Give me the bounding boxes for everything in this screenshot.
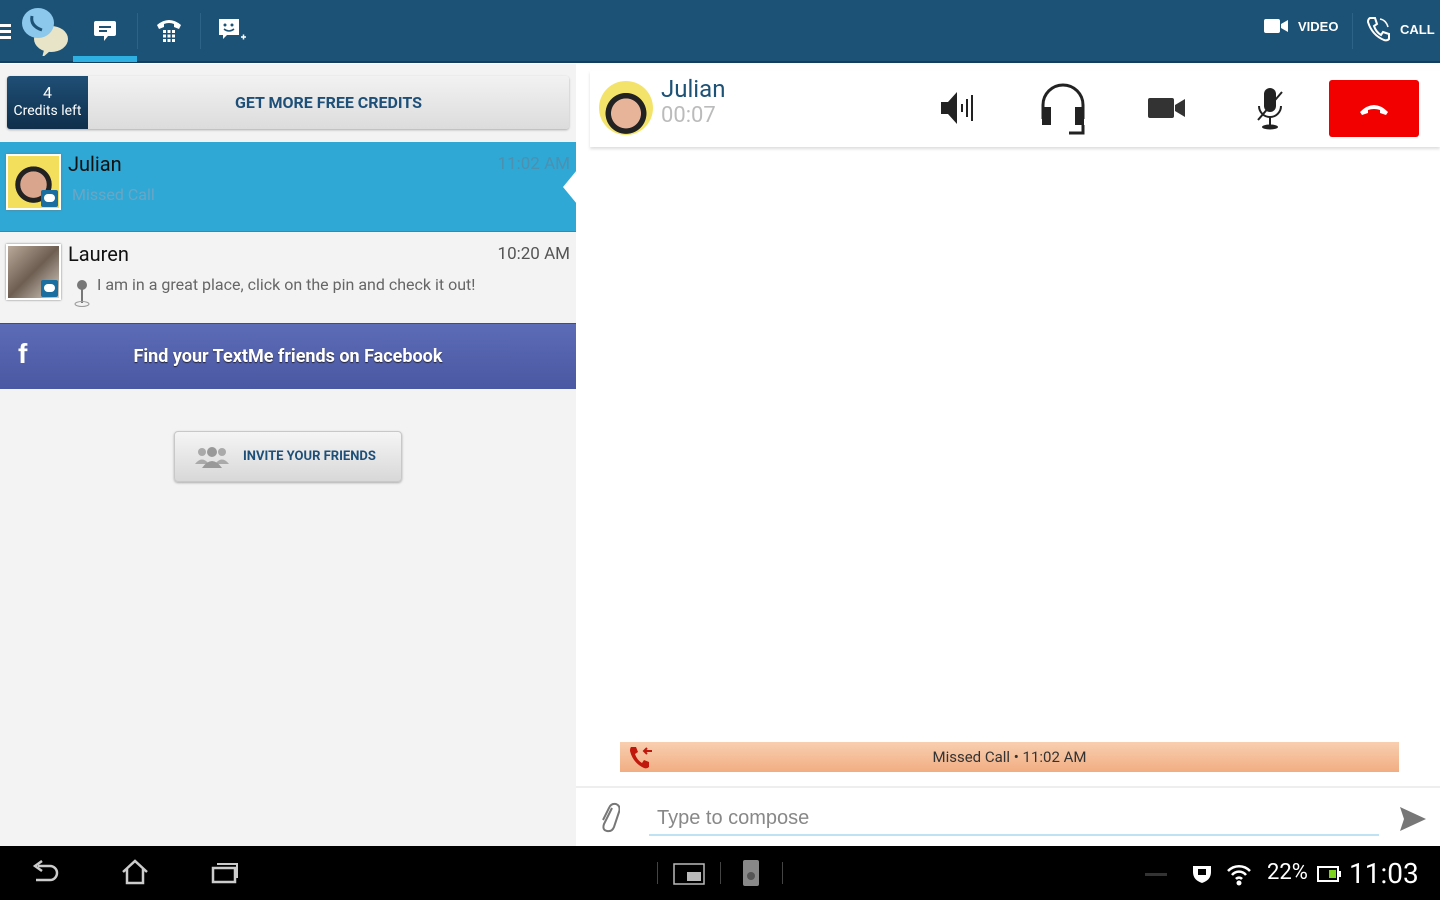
dialpad-phone-icon: [157, 20, 181, 42]
message-preview: Missed Call: [72, 185, 155, 204]
attach-paperclip-icon[interactable]: [598, 802, 620, 834]
chat-bubble-icon: [94, 21, 116, 41]
active-call-card: Julian 00:07: [590, 71, 1440, 147]
video-label: VIDEO: [1298, 18, 1339, 34]
notification-dash-icon: [1145, 873, 1167, 876]
selected-indicator: [563, 170, 577, 204]
people-group-icon: [195, 446, 229, 468]
video-camera-icon: [1148, 98, 1185, 118]
facebook-banner-text: Find your TextMe friends on Facebook: [133, 346, 443, 367]
video-toggle-button[interactable]: [1142, 83, 1192, 133]
credits-label: Credits left: [13, 103, 82, 119]
battery-icon: [1317, 866, 1341, 882]
home-icon[interactable]: [120, 858, 150, 886]
small-apps-icon[interactable]: [673, 863, 705, 885]
mute-button[interactable]: [1245, 83, 1295, 133]
credits-bar[interactable]: 4 Credits left GET MORE FREE CREDITS: [7, 76, 569, 129]
end-call-icon: [1360, 104, 1388, 115]
invite-friends-button[interactable]: INVITE YOUR FRIENDS: [174, 431, 402, 482]
microphone-muted-icon: [1257, 88, 1283, 130]
tab-dialpad[interactable]: [138, 0, 200, 62]
shield-notification-icon[interactable]: [1191, 864, 1213, 884]
message-preview: I am in a great place, click on the pin …: [97, 275, 476, 294]
caller-avatar: [599, 81, 653, 135]
speaker-icon: [941, 92, 973, 124]
speaker-button[interactable]: [935, 83, 985, 133]
message-input[interactable]: [649, 802, 1379, 836]
avatar: [6, 244, 61, 300]
credits-counter: 4 Credits left: [7, 76, 88, 129]
conversation-panel: 4 Credits left GET MORE FREE CREDITS Juli…: [0, 64, 577, 846]
conversation-item-lauren[interactable]: Lauren 10:20 AM I am in a great place, c…: [0, 232, 576, 322]
app-logo-icon[interactable]: [18, 6, 70, 60]
system-navigation-bar: 22% 11:03: [0, 846, 1440, 900]
video-camera-icon: [1264, 19, 1288, 33]
credits-count: 4: [43, 83, 52, 102]
divider: [1352, 13, 1353, 49]
message-time: 11:02 AM: [497, 154, 570, 174]
contact-name: Julian: [68, 152, 122, 176]
message-time: 10:20 AM: [497, 244, 570, 264]
missed-call-text: Missed Call • 11:02 AM: [932, 748, 1087, 766]
clock: 11:03: [1349, 857, 1419, 890]
textme-badge-icon: [41, 190, 58, 207]
video-call-button[interactable]: VIDEO: [1264, 18, 1338, 34]
hang-up-button[interactable]: [1329, 80, 1419, 137]
divider: [782, 862, 783, 884]
remote-control-icon[interactable]: [742, 859, 760, 887]
send-icon[interactable]: [1399, 806, 1427, 832]
tab-add-contact[interactable]: [201, 0, 263, 62]
recent-apps-icon[interactable]: [210, 860, 240, 886]
invite-label: INVITE YOUR FRIENDS: [243, 449, 376, 464]
compose-bar: [576, 786, 1440, 846]
headset-button[interactable]: [1038, 83, 1088, 135]
facebook-friends-banner[interactable]: f Find your TextMe friends on Facebook: [0, 323, 576, 389]
tab-messages[interactable]: [73, 0, 137, 62]
headset-icon: [1041, 83, 1085, 135]
contact-name: Lauren: [68, 242, 129, 266]
battery-percent: 22%: [1267, 860, 1308, 885]
top-action-bar: VIDEO CALL: [0, 0, 1440, 63]
get-more-credits-button[interactable]: GET MORE FREE CREDITS: [88, 76, 569, 129]
caller-name: Julian: [661, 75, 726, 103]
wifi-icon: [1227, 864, 1251, 886]
avatar: [6, 154, 61, 210]
voice-call-button[interactable]: CALL: [1366, 16, 1435, 42]
menu-icon[interactable]: [0, 24, 11, 39]
location-pin-icon[interactable]: [74, 279, 92, 309]
divider: [720, 862, 721, 884]
textme-badge-icon: [41, 280, 58, 297]
back-icon[interactable]: [30, 860, 60, 886]
call-duration: 00:07: [661, 103, 716, 128]
missed-call-notice: Missed Call • 11:02 AM: [620, 742, 1399, 772]
call-label: CALL: [1400, 21, 1435, 37]
phone-icon: [1366, 17, 1390, 42]
missed-call-icon: [630, 747, 652, 769]
conversation-item-julian[interactable]: Julian 11:02 AM Missed Call: [0, 142, 577, 232]
add-contact-icon: [219, 19, 246, 40]
divider: [657, 862, 658, 884]
